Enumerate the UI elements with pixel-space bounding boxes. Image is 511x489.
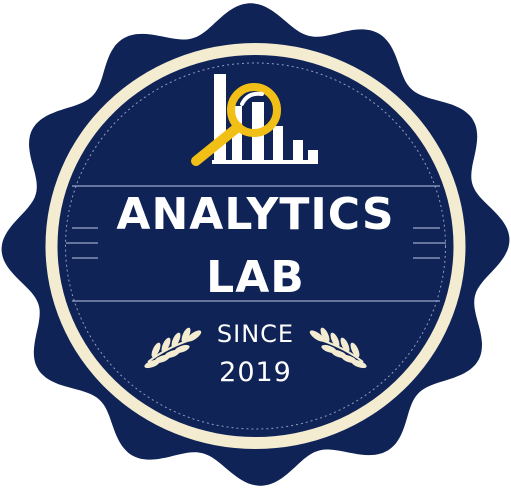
title-line-2: LAB — [206, 252, 305, 303]
badge-emblem: ANALYTICS LAB SINCE 2019 — [0, 0, 511, 489]
since-year: 2019 — [219, 357, 292, 388]
title-line-1: ANALYTICS — [116, 189, 395, 240]
badge-graphic — [1, 3, 510, 486]
since-label: SINCE — [216, 320, 295, 348]
